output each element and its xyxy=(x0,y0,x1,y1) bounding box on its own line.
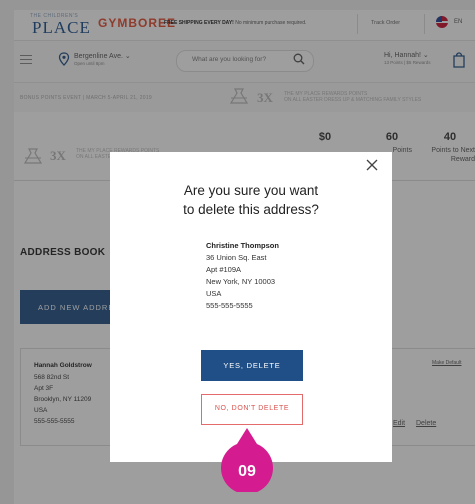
modal-address-name: Christine Thompson xyxy=(206,241,279,250)
step-number: 09 xyxy=(238,463,256,480)
yes-delete-label: YES, DELETE xyxy=(223,361,281,370)
modal-question-line-2: to delete this address? xyxy=(183,202,319,217)
modal-question-line-1: Are you sure you want xyxy=(183,183,319,198)
modal-address-line: 36 Union Sq. East xyxy=(206,253,267,262)
step-badge-marker xyxy=(221,428,273,492)
modal-address-line: Apt #109A xyxy=(206,265,242,274)
modal-address-line: USA xyxy=(206,289,222,298)
modal-address-line: 555-555-5555 xyxy=(206,301,253,310)
no-dont-delete-label: NO, DON'T DELETE xyxy=(214,405,290,412)
modal-address-line: New York, NY 10003 xyxy=(206,277,276,286)
close-icon[interactable] xyxy=(365,158,379,172)
